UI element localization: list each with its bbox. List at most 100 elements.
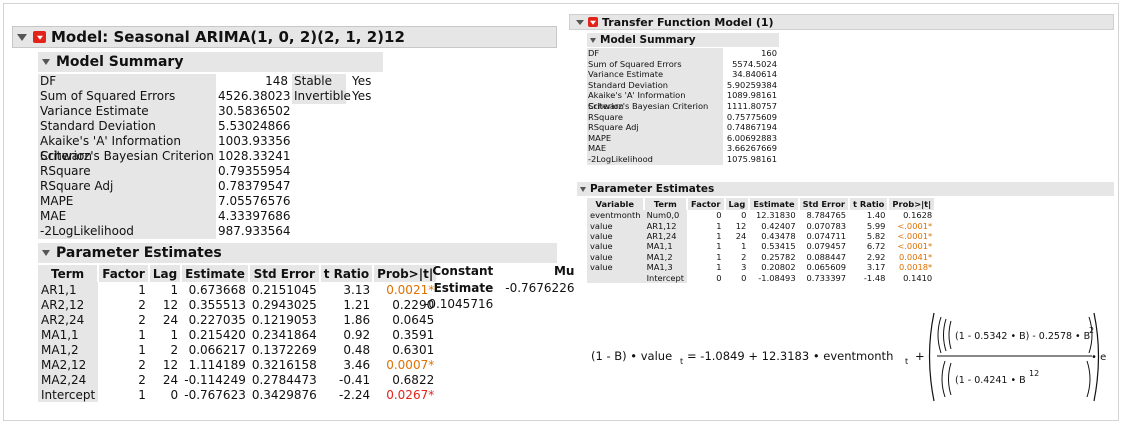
column-header: Factor <box>687 198 726 210</box>
table-cell-estimate: 0.43478 <box>761 230 796 241</box>
table-cell-term: AR2,24 <box>38 312 99 327</box>
summary-label: MAPE <box>588 132 612 143</box>
table-cell-lag: 0 <box>170 387 179 402</box>
summary-label: RSquare Adj <box>40 179 114 193</box>
table-cell-lag: 0 <box>741 210 747 221</box>
tf-parameter-estimates-table: Variable Term Factor Lag Estimate Std Error t … <box>587 198 937 283</box>
table-cell-prob: <.0001* <box>897 241 933 252</box>
parameter-estimates-section: Parameter Estimates Term Factor Lag Estimat… <box>38 243 574 402</box>
table-cell-factor: 1 <box>716 230 722 241</box>
disclosure-triangle-icon[interactable] <box>17 33 27 41</box>
disclosure-triangle-icon[interactable] <box>42 59 50 65</box>
table-cell-prob: 0.0018* <box>899 262 933 273</box>
tf-model-summary-header[interactable]: Model Summary <box>587 33 779 47</box>
table-cell-lag: 0 <box>741 272 747 283</box>
table-cell-term: AR1,24 <box>643 230 688 242</box>
table-cell-estimate: -1.08493 <box>758 272 796 283</box>
summary-label: Akaike's 'A' Information Criterion <box>588 90 686 111</box>
table-cell-prob: 0.0645 <box>392 312 435 327</box>
table-cell-t-ratio: 5.82 <box>866 230 886 241</box>
table-cell-lag: 24 <box>162 312 179 327</box>
transfer-function-outline-header[interactable]: Transfer Function Model (1) <box>569 14 1114 30</box>
table-cell-lag: 24 <box>735 230 747 241</box>
summary-label: -2LogLikelihood <box>40 224 134 238</box>
table-cell-std-error: 0.2151045 <box>251 282 317 297</box>
red-triangle-menu-icon[interactable] <box>33 31 46 43</box>
tf-parameter-estimates-section: Parameter Estimates Variable Term Factor La… <box>577 182 1114 283</box>
table-row: AR2,12 2 12 0.355513 0.2943025 1.21 0.2290 <box>38 297 437 312</box>
summary-value: 0.75775609 <box>726 111 777 122</box>
table-cell-t-ratio: 3.13 <box>343 282 371 297</box>
table-row: Intercept 0 0 -1.08493 0.733397 -1.48 0.1410 <box>587 272 935 283</box>
transfer-function-report: Transfer Function Model (1) Model Summar… <box>569 14 1114 414</box>
summary-value: 0.78379547 <box>218 179 291 193</box>
summary-label: MAE <box>40 209 67 223</box>
table-cell-std-error: 0.088447 <box>806 251 847 262</box>
disclosure-triangle-icon[interactable] <box>576 19 584 25</box>
table-cell-lag: 12 <box>162 357 179 372</box>
summary-value: 148 <box>265 74 288 88</box>
summary-value: 1028.33241 <box>218 149 291 163</box>
table-cell-factor: 1 <box>138 342 146 357</box>
disclosure-triangle-icon[interactable] <box>580 186 586 192</box>
table-cell-term: MA1,3 <box>643 261 688 273</box>
table-cell-variable: value <box>587 251 644 262</box>
model-outline-header[interactable]: Model: Seasonal ARIMA(1, 0, 2)(2, 1, 2)1… <box>12 26 557 48</box>
column-header: t Ratio <box>849 198 890 210</box>
disclosure-triangle-icon[interactable] <box>590 37 596 43</box>
table-cell-term: AR1,12 <box>643 220 688 231</box>
table-cell-estimate: 0.20802 <box>761 262 796 273</box>
table-cell-factor: 2 <box>138 297 146 312</box>
table-cell-variable: eventmonth <box>587 210 644 221</box>
table-cell-factor: 0 <box>716 272 722 283</box>
parameter-estimates-title: Parameter Estimates <box>56 245 222 261</box>
table-cell-lag: 1 <box>741 241 747 252</box>
table-row: value AR1,24 1 24 0.43478 0.074711 5.82 <.0001* <box>587 230 935 242</box>
summary-label: RSquare Adj <box>588 122 639 133</box>
summary-value: 5.53024866 <box>218 119 291 133</box>
table-cell-lag: 1 <box>170 282 179 297</box>
table-cell-prob: 0.3591 <box>392 327 435 342</box>
table-cell-std-error: 0.1372269 <box>251 342 317 357</box>
model-summary-header[interactable]: Model Summary <box>38 52 383 72</box>
table-cell-prob: 0.0041* <box>899 251 933 262</box>
summary-label: MAPE <box>40 194 74 208</box>
model-summary-section: Model Summary DF Sum of Squared Errors Var… <box>38 52 386 239</box>
table-cell-estimate: 0.53415 <box>761 241 796 252</box>
summary-value: 6.00692883 <box>726 132 777 143</box>
summary-label: Akaike's 'A' Information Criterion <box>40 134 181 163</box>
disclosure-triangle-icon[interactable] <box>42 250 50 256</box>
table-cell-prob: 0.0007* <box>386 357 435 372</box>
table-cell-t-ratio: 5.99 <box>866 220 886 231</box>
stability-values: Yes Yes <box>346 74 386 239</box>
model-summary-title: Model Summary <box>56 54 184 70</box>
table-cell-estimate: 0.227035 <box>188 312 246 327</box>
red-triangle-menu-icon[interactable] <box>588 17 598 27</box>
summary-value: 4526.38023 <box>218 89 291 103</box>
table-cell-factor: 1 <box>716 220 722 231</box>
model-summary-values: 148 4526.38023 30.5836502 5.53024866 1003.93… <box>216 74 291 239</box>
formula-rhs-const: = -1.0849 + 12.3183 • eventmonth <box>687 349 893 363</box>
summary-value: 34.840614 <box>732 69 777 80</box>
table-cell-term: Intercept <box>38 387 99 402</box>
constant-estimate-value: -0.1045716 <box>424 296 494 311</box>
table-cell-std-error: 0.2943025 <box>251 297 317 312</box>
model-title: Model: Seasonal ARIMA(1, 0, 2)(2, 1, 2)1… <box>51 28 405 46</box>
column-header: Estimate <box>749 198 800 210</box>
summary-value: 1003.93356 <box>218 134 291 148</box>
table-cell-factor: 2 <box>138 372 146 387</box>
table-cell-t-ratio: 3.46 <box>343 357 371 372</box>
tf-model-summary-labels: DF Sum of Squared Errors Variance Estimate… <box>587 48 723 165</box>
column-header: Lag <box>148 265 183 282</box>
summary-value: 4.33397686 <box>218 209 291 223</box>
table-cell-term: MA1,1 <box>38 327 99 342</box>
table-cell-std-error: 0.2341864 <box>251 327 317 342</box>
table-cell-std-error: 0.2784473 <box>251 372 317 387</box>
transfer-function-title: Transfer Function Model (1) <box>602 15 774 29</box>
table-row: MA2,24 2 24 -0.114249 0.2784473 -0.41 0.6822 <box>38 372 437 387</box>
parameter-estimates-header[interactable]: Parameter Estimates <box>38 243 557 263</box>
table-cell-t-ratio: 1.21 <box>343 297 371 312</box>
table-cell-variable: value <box>587 241 644 252</box>
summary-label: Sum of Squared Errors <box>588 58 682 69</box>
tf-parameter-estimates-header[interactable]: Parameter Estimates <box>577 182 1114 196</box>
